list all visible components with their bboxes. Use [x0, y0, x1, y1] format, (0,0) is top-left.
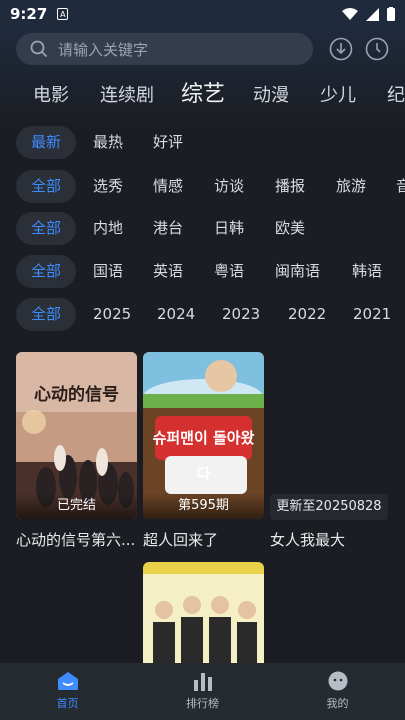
- nav-ranking[interactable]: 排行榜: [135, 663, 270, 720]
- filter-region: 全部 内地 港台 日韩 欧美: [0, 212, 405, 246]
- profile-icon: [328, 671, 347, 691]
- filter-chip[interactable]: 日韩: [214, 212, 244, 245]
- card-status: 更新至20250828: [270, 494, 388, 520]
- nav-ranking-label: 排行榜: [186, 697, 219, 710]
- poster-art: [143, 562, 264, 663]
- filter-chip[interactable]: 粤语: [214, 255, 244, 288]
- filter-chip[interactable]: 最热: [93, 126, 123, 159]
- filter-chip[interactable]: 2022: [288, 298, 326, 331]
- status-time: 9:27: [10, 5, 48, 23]
- filter-sort: 最新 最热 好评: [0, 126, 405, 160]
- filter-chip[interactable]: 2021: [353, 298, 391, 331]
- filter-chip[interactable]: 闽南语: [275, 255, 320, 288]
- filter-chip[interactable]: 内地: [93, 212, 123, 245]
- filter-chip[interactable]: 国语: [93, 255, 123, 288]
- poster-image: 슈퍼맨이 돌아왔다 第595期: [143, 352, 264, 519]
- card-status: 已完结: [16, 493, 137, 519]
- status-bar: 9:27 A: [0, 0, 405, 28]
- filter-chip[interactable]: 英语: [153, 255, 183, 288]
- signal-icon: [366, 7, 379, 21]
- filter-chip[interactable]: 选秀: [93, 170, 123, 203]
- tab-variety[interactable]: 综艺: [181, 82, 225, 109]
- search-input[interactable]: 请输入关键字: [16, 33, 313, 65]
- search-placeholder: 请输入关键字: [58, 40, 149, 59]
- nav-profile[interactable]: 我的: [270, 663, 405, 720]
- card-title: 女人我最大: [270, 531, 346, 549]
- filter-chip-selected[interactable]: 全部: [16, 170, 76, 203]
- bottom-nav: 首页 排行榜 我的: [0, 663, 405, 720]
- show-card[interactable]: 슈퍼맨이 돌아왔다 第595期 超人回来了: [143, 352, 264, 552]
- download-icon[interactable]: [329, 37, 353, 61]
- card-title: 心动的信号第六...: [16, 531, 136, 549]
- category-tabs: 电影 连续剧 综艺 动漫 少儿 纪: [0, 82, 405, 118]
- search-icon: [30, 40, 48, 58]
- filter-chip-selected[interactable]: 最新: [16, 126, 76, 159]
- battery-icon: [387, 7, 395, 21]
- tab-documentary[interactable]: 纪: [387, 82, 405, 110]
- poster-title-text: 心动的信号: [34, 385, 119, 405]
- filter-chip[interactable]: 2024: [157, 298, 195, 331]
- show-card[interactable]: 心动的信号 已完结 心动的信号第六...: [16, 352, 137, 552]
- filter-language: 全部 国语 英语 粤语 闽南语 韩语: [0, 255, 405, 289]
- filter-chip[interactable]: 旅游: [336, 170, 366, 203]
- status-icons: [342, 7, 395, 21]
- poster-image: [143, 562, 264, 663]
- filter-year: 全部 2025 2024 2023 2022 2021: [0, 298, 405, 332]
- filter-chip[interactable]: 韩语: [352, 255, 382, 288]
- nav-profile-label: 我的: [326, 697, 349, 710]
- notification-icon: A: [57, 8, 69, 20]
- card-title: 超人回来了: [143, 531, 219, 549]
- show-card[interactable]: 女人我最大: [270, 352, 391, 552]
- tab-movie[interactable]: 电影: [33, 82, 69, 110]
- show-card[interactable]: [143, 562, 264, 663]
- filter-chip[interactable]: 港台: [153, 212, 183, 245]
- filter-chip-selected[interactable]: 全部: [16, 255, 76, 288]
- poster-title-text: 슈퍼맨이 돌아왔다: [152, 429, 255, 483]
- filter-chip[interactable]: 播报: [275, 170, 305, 203]
- card-status: 第595期: [143, 493, 264, 519]
- filter-chip[interactable]: 访谈: [214, 170, 244, 203]
- wifi-icon: [342, 7, 358, 20]
- tab-series[interactable]: 连续剧: [100, 82, 154, 110]
- nav-home-label: 首页: [56, 697, 79, 710]
- header-area: 请输入关键字 电影 连续剧 综艺 动漫 少儿 纪: [0, 28, 405, 126]
- poster-image: 心动的信号 已完结: [16, 352, 137, 519]
- filter-chip[interactable]: 好评: [153, 126, 183, 159]
- nav-home[interactable]: 首页: [0, 663, 135, 720]
- filter-chip[interactable]: 欧美: [275, 212, 305, 245]
- filter-chip-selected[interactable]: 全部: [16, 298, 76, 331]
- filter-chip-selected[interactable]: 全部: [16, 212, 76, 245]
- filter-chip[interactable]: 2023: [222, 298, 260, 331]
- ranking-icon: [193, 673, 212, 691]
- filter-chip[interactable]: 情感: [153, 170, 183, 203]
- filter-chip[interactable]: 音: [396, 170, 405, 203]
- filter-genre: 全部 选秀 情感 访谈 播报 旅游 音: [0, 170, 405, 204]
- tab-kids[interactable]: 少儿: [320, 82, 356, 110]
- history-icon[interactable]: [365, 37, 389, 61]
- tab-anime[interactable]: 动漫: [253, 82, 289, 110]
- home-icon: [57, 672, 78, 690]
- filter-chip[interactable]: 2025: [93, 298, 131, 331]
